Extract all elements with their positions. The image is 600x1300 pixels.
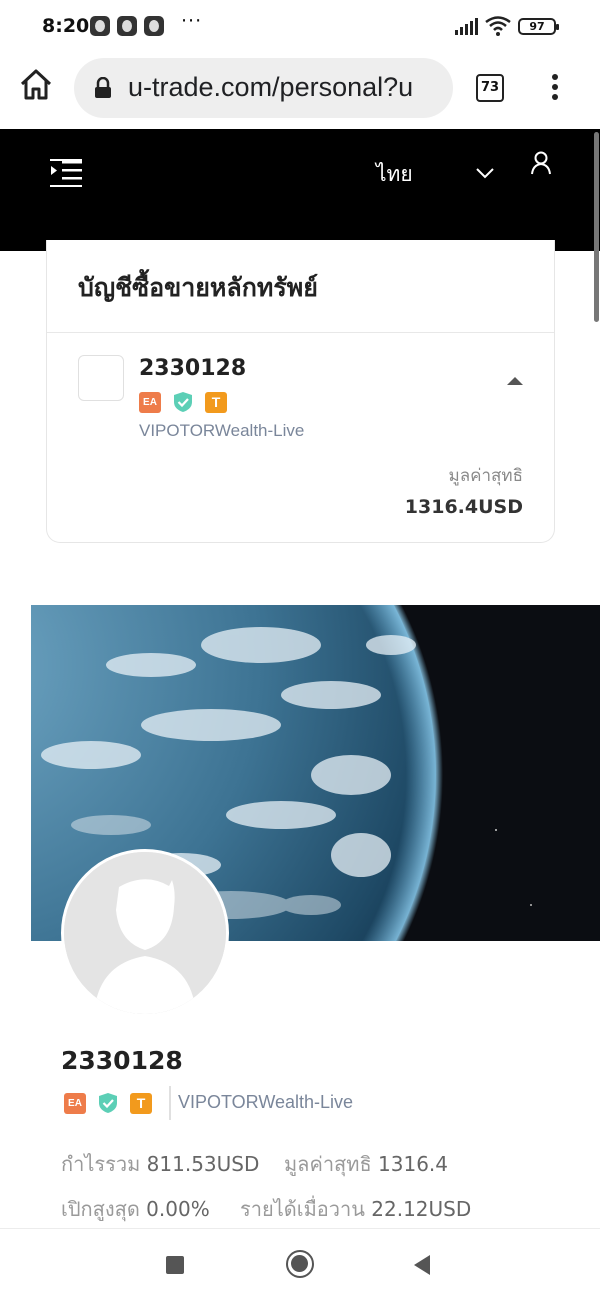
stat-label: รายได้เมื่อวาน [240, 1197, 365, 1221]
shield-check-icon [99, 1093, 117, 1113]
ea-badge: EA [139, 391, 161, 413]
equity-label: มูลค่าสุทธิ [448, 466, 524, 486]
stat-value: 22.12USD [371, 1197, 472, 1221]
browser-toolbar: u-trade.com/personal?u 73 [0, 52, 600, 129]
profile-avatar[interactable] [61, 849, 229, 1017]
stat-label: กำไรรวม [61, 1152, 141, 1176]
t-badge: T [130, 1092, 152, 1114]
t-badge: T [205, 391, 227, 413]
chevron-down-icon[interactable] [476, 167, 494, 179]
divider [47, 332, 554, 333]
card-title: บัญชีซื้อขายหลักทรัพย์ [78, 273, 318, 302]
lock-icon [95, 77, 111, 98]
equity-value: 1316.4USD [404, 496, 523, 518]
ea-badge: EA [64, 1092, 86, 1114]
stat-value: 0.00% [146, 1197, 210, 1221]
collapse-arrow-icon[interactable] [507, 377, 523, 385]
stat-equity: มูลค่าสุทธิ 1316.4 [284, 1148, 448, 1180]
notification-icons [90, 16, 164, 36]
profile-account-number: 2330128 [61, 1046, 183, 1075]
battery-icon: 97 [518, 18, 559, 35]
menu-icon[interactable] [552, 74, 560, 104]
profile-server: VIPOTORWealth-Live [178, 1092, 354, 1112]
status-time: 8:20 [42, 15, 90, 37]
back-icon[interactable] [414, 1255, 430, 1275]
language-selector[interactable]: ไทย [376, 158, 413, 191]
user-icon[interactable] [530, 151, 552, 175]
system-nav-bar [0, 1228, 600, 1300]
more-notifications-icon: ··· [181, 10, 203, 32]
account-avatar [78, 355, 124, 401]
stat-total-profit: กำไรรวม 811.53USD [61, 1148, 259, 1180]
signal-icon [455, 18, 478, 35]
home-button-icon[interactable] [286, 1250, 314, 1278]
scrollbar[interactable] [594, 132, 599, 322]
notification-icon [117, 16, 137, 36]
wifi-icon [485, 16, 511, 36]
stat-value: 1316.4 [378, 1152, 448, 1176]
notification-icon [144, 16, 164, 36]
account-number[interactable]: 2330128 [139, 356, 246, 381]
notification-icon [90, 16, 110, 36]
url-text[interactable]: u-trade.com/personal?u [128, 72, 413, 103]
recent-apps-icon[interactable] [166, 1256, 184, 1274]
account-server: VIPOTORWealth-Live [139, 421, 305, 440]
tabs-icon[interactable]: 73 [476, 74, 504, 102]
stat-label: เปิกสูงสุด [61, 1197, 140, 1221]
divider [169, 1086, 171, 1120]
stat-value: 811.53USD [146, 1152, 260, 1176]
status-bar: 8:20 ··· 97 [0, 0, 600, 52]
address-bar[interactable]: u-trade.com/personal?u [74, 58, 453, 118]
shield-check-icon [174, 392, 192, 412]
account-card: บัญชีซื้อขายหลักทรัพย์ 2330128 EA T VIPO… [46, 240, 555, 543]
profile-badges: EA T [64, 1092, 152, 1114]
home-icon[interactable] [18, 68, 54, 102]
nav-toggle-icon[interactable] [50, 159, 82, 187]
stat-yesterday-income: รายได้เมื่อวาน 22.12USD [240, 1193, 471, 1225]
stat-max-open: เปิกสูงสุด 0.00% [61, 1193, 210, 1225]
site-header: ไทย [0, 129, 600, 251]
stat-label: มูลค่าสุทธิ [284, 1152, 372, 1176]
account-badges: EA T [139, 391, 227, 413]
